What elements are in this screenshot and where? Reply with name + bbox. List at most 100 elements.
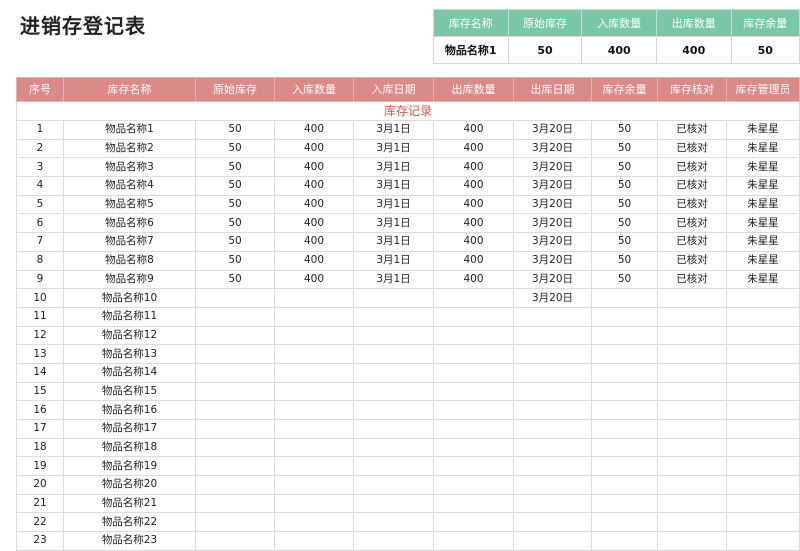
cell-index[interactable]: 20	[16, 475, 64, 495]
cell-name[interactable]: 物品名称18	[63, 437, 196, 458]
cell-inbound-date[interactable]	[353, 344, 434, 364]
cell-initial-stock[interactable]: 50	[195, 176, 275, 196]
cell-manager[interactable]: 朱星星	[726, 232, 800, 252]
cell-inbound-date[interactable]	[353, 475, 434, 495]
summary-value-cell[interactable]: 物品名称1	[433, 36, 509, 64]
cell-index[interactable]: 2	[16, 138, 64, 159]
cell-inbound-qty[interactable]	[274, 288, 354, 308]
cell-index[interactable]: 23	[16, 531, 64, 551]
cell-manager[interactable]	[726, 362, 800, 383]
cell-name[interactable]: 物品名称11	[63, 306, 196, 327]
cell-initial-stock[interactable]	[195, 419, 275, 439]
cell-check[interactable]: 已核对	[657, 250, 727, 271]
cell-balance[interactable]	[591, 512, 658, 533]
cell-index[interactable]: 22	[16, 512, 64, 533]
cell-outbound-date[interactable]	[513, 325, 592, 346]
cell-outbound-date[interactable]	[513, 381, 592, 402]
cell-index[interactable]: 9	[16, 269, 64, 290]
cell-manager[interactable]: 朱星星	[726, 120, 800, 140]
cell-balance[interactable]	[591, 362, 658, 383]
cell-inbound-date[interactable]	[353, 288, 434, 308]
cell-manager[interactable]: 朱星星	[726, 213, 800, 234]
cell-initial-stock[interactable]	[195, 456, 275, 477]
cell-outbound-qty[interactable]	[433, 288, 514, 308]
cell-manager[interactable]	[726, 344, 800, 364]
cell-initial-stock[interactable]	[195, 531, 275, 551]
summary-header-cell[interactable]: 入库数量	[581, 9, 657, 37]
summary-header-cell[interactable]: 库存余量	[730, 9, 800, 37]
cell-outbound-date[interactable]	[513, 437, 592, 458]
cell-name[interactable]: 物品名称9	[63, 269, 196, 290]
cell-inbound-date[interactable]: 3月1日	[353, 269, 434, 290]
cell-index[interactable]: 21	[16, 493, 64, 514]
cell-name[interactable]: 物品名称16	[63, 400, 196, 420]
column-header-outbound-date[interactable]: 出库日期	[513, 77, 592, 102]
cell-balance[interactable]	[591, 306, 658, 327]
cell-outbound-qty[interactable]	[433, 344, 514, 364]
cell-name[interactable]: 物品名称22	[63, 512, 196, 533]
cell-check[interactable]: 已核对	[657, 176, 727, 196]
cell-index[interactable]: 1	[16, 120, 64, 140]
cell-initial-stock[interactable]	[195, 400, 275, 420]
cell-inbound-qty[interactable]: 400	[274, 120, 354, 140]
cell-manager[interactable]: 朱星星	[726, 138, 800, 159]
cell-check[interactable]	[657, 456, 727, 477]
cell-inbound-qty[interactable]	[274, 512, 354, 533]
cell-manager[interactable]	[726, 325, 800, 346]
cell-outbound-date[interactable]: 3月20日	[513, 250, 592, 271]
cell-name[interactable]: 物品名称20	[63, 475, 196, 495]
cell-check[interactable]: 已核对	[657, 232, 727, 252]
cell-inbound-date[interactable]: 3月1日	[353, 120, 434, 140]
cell-inbound-qty[interactable]: 400	[274, 232, 354, 252]
cell-index[interactable]: 5	[16, 194, 64, 215]
cell-outbound-qty[interactable]: 400	[433, 176, 514, 196]
cell-outbound-date[interactable]	[513, 456, 592, 477]
cell-inbound-date[interactable]	[353, 419, 434, 439]
cell-inbound-date[interactable]: 3月1日	[353, 138, 434, 159]
cell-outbound-qty[interactable]: 400	[433, 157, 514, 178]
cell-manager[interactable]: 朱星星	[726, 176, 800, 196]
cell-manager[interactable]	[726, 419, 800, 439]
column-header-balance[interactable]: 库存余量	[591, 77, 658, 102]
cell-manager[interactable]	[726, 475, 800, 495]
cell-balance[interactable]: 50	[591, 120, 658, 140]
cell-inbound-date[interactable]: 3月1日	[353, 176, 434, 196]
column-header-initial-stock[interactable]: 原始库存	[195, 77, 275, 102]
section-title[interactable]: 库存记录	[16, 101, 800, 121]
cell-outbound-date[interactable]	[513, 400, 592, 420]
cell-name[interactable]: 物品名称14	[63, 362, 196, 383]
cell-outbound-qty[interactable]: 400	[433, 213, 514, 234]
cell-initial-stock[interactable]	[195, 493, 275, 514]
cell-inbound-qty[interactable]: 400	[274, 157, 354, 178]
cell-index[interactable]: 6	[16, 213, 64, 234]
cell-balance[interactable]	[591, 531, 658, 551]
cell-initial-stock[interactable]	[195, 475, 275, 495]
cell-manager[interactable]	[726, 400, 800, 420]
cell-outbound-qty[interactable]: 400	[433, 138, 514, 159]
cell-balance[interactable]	[591, 325, 658, 346]
cell-inbound-date[interactable]	[353, 512, 434, 533]
cell-name[interactable]: 物品名称8	[63, 250, 196, 271]
cell-name[interactable]: 物品名称23	[63, 531, 196, 551]
cell-outbound-date[interactable]	[513, 306, 592, 327]
cell-outbound-date[interactable]	[513, 344, 592, 364]
cell-outbound-qty[interactable]	[433, 306, 514, 327]
cell-initial-stock[interactable]: 50	[195, 250, 275, 271]
cell-inbound-qty[interactable]	[274, 325, 354, 346]
cell-outbound-date[interactable]: 3月20日	[513, 213, 592, 234]
cell-check[interactable]: 已核对	[657, 157, 727, 178]
cell-balance[interactable]: 50	[591, 194, 658, 215]
cell-inbound-qty[interactable]	[274, 362, 354, 383]
cell-outbound-qty[interactable]	[433, 475, 514, 495]
cell-outbound-qty[interactable]: 400	[433, 194, 514, 215]
cell-name[interactable]: 物品名称3	[63, 157, 196, 178]
cell-balance[interactable]	[591, 381, 658, 402]
cell-name[interactable]: 物品名称10	[63, 288, 196, 308]
cell-inbound-date[interactable]	[353, 381, 434, 402]
cell-check[interactable]	[657, 288, 727, 308]
cell-balance[interactable]: 50	[591, 138, 658, 159]
cell-balance[interactable]	[591, 456, 658, 477]
cell-inbound-date[interactable]	[353, 531, 434, 551]
cell-outbound-qty[interactable]: 400	[433, 250, 514, 271]
cell-initial-stock[interactable]: 50	[195, 194, 275, 215]
